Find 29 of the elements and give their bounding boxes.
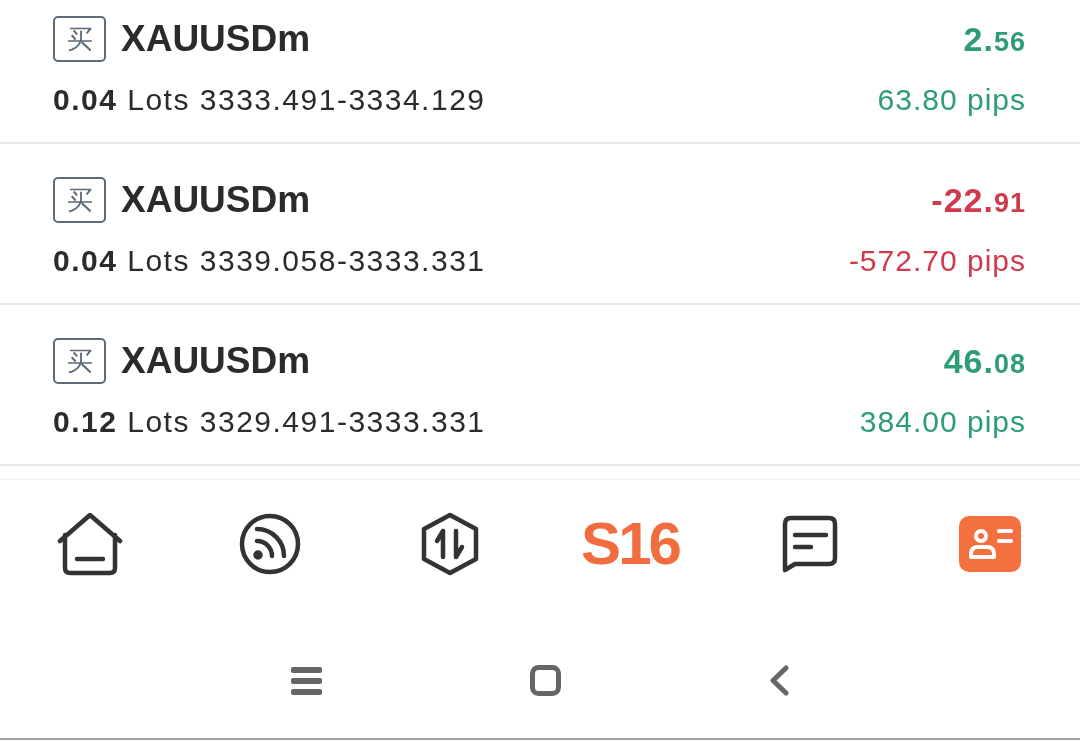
menu-icon[interactable] [291,666,322,695]
pips-value: 384.00 pips [859,404,1026,440]
symbol-name: XAUUSDm [121,339,311,383]
home-icon [57,512,123,576]
position-row[interactable]: 买 XAUUSDm 46.08 0.12 Lots 3329.491-3333.331 384.00 pips [0,305,1080,466]
profit-value: 46.08 [943,344,1026,382]
position-detail: 0.04 Lots 3333.491-3334.129 [53,82,486,118]
profit-value: -22.91 [931,183,1026,221]
up-down-arrows-icon [420,512,480,576]
nav-tab[interactable] [239,512,301,576]
nav-tab[interactable] [420,512,480,576]
position-row[interactable]: 买 XAUUSDm 2.56 0.04 Lots 3333.491-3334.129 63.80 pips [0,0,1080,144]
profile-card-icon [959,516,1021,572]
position-row[interactable]: 买 XAUUSDm -22.91 0.04 Lots 3339.058-3333.331 -572.70 pips [0,144,1080,305]
square-icon[interactable] [530,665,561,696]
side-tag: 买 [53,16,106,62]
position-detail: 0.04 Lots 3339.058-3333.331 [53,243,486,279]
rss-icon [239,513,301,575]
profit-value: 2.56 [963,22,1026,60]
position-detail: 0.12 Lots 3329.491-3333.331 [53,404,486,440]
symbol-name: XAUUSDm [121,178,311,222]
chat-icon [781,514,839,574]
back-icon[interactable] [769,665,789,696]
pips-value: -572.70 pips [848,243,1026,279]
pips-value: 63.80 pips [877,82,1026,118]
side-tag: 买 [53,338,106,384]
nav-tab[interactable] [57,512,123,576]
symbol-name: XAUUSDm [121,17,311,61]
side-tag: 买 [53,177,106,223]
